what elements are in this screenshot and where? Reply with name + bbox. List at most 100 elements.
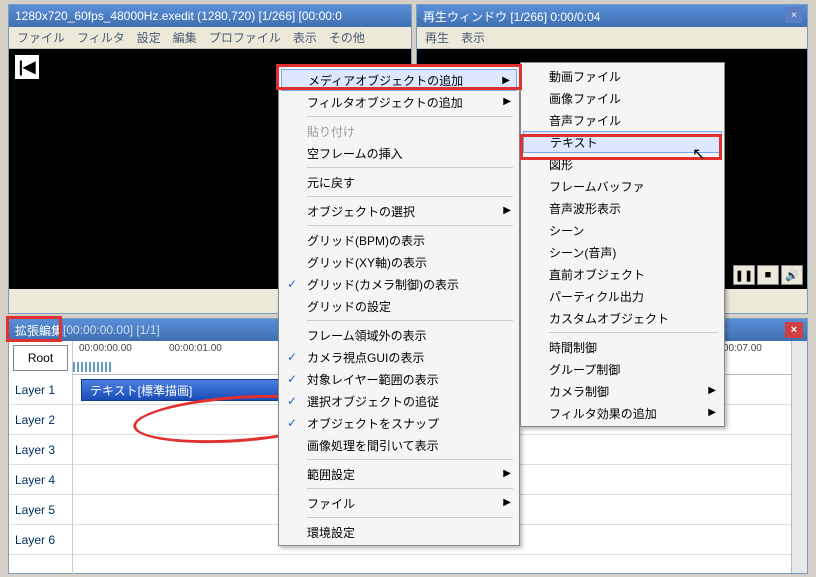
layer-label-5[interactable]: Layer 5 <box>9 495 72 525</box>
layer-label-4[interactable]: Layer 4 <box>9 465 72 495</box>
chevron-right-icon: ▶ <box>708 407 716 418</box>
ctx-item[interactable]: グリッド(BPM)の表示 <box>281 229 517 251</box>
layer-label-3[interactable]: Layer 3 <box>9 435 72 465</box>
ctx-item[interactable]: 選択オブジェクトの追従✓ <box>281 390 517 412</box>
timeline-title-text: 拡張編集 <box>15 322 63 339</box>
layer-label-1[interactable]: Layer 1 <box>9 375 72 405</box>
ctx-item[interactable]: オブジェクトをスナップ✓ <box>281 412 517 434</box>
ruler-tick-0: 00:00:00.00 <box>79 343 132 354</box>
submenu-media-object[interactable]: 動画ファイル画像ファイル音声ファイルテキスト図形フレームバッファ音声波形表示シー… <box>520 62 725 427</box>
home-button[interactable]: |◀ <box>15 55 39 79</box>
submenu-item[interactable]: フィルタ効果の追加▶ <box>523 402 722 424</box>
pb-menu-play[interactable]: 再生 <box>425 29 449 46</box>
chevron-right-icon: ▶ <box>708 385 716 396</box>
submenu-separator <box>549 332 718 333</box>
sound-icon: 🔊 <box>785 269 799 282</box>
submenu-item[interactable]: パーティクル出力 <box>523 285 722 307</box>
ctx-item[interactable]: 対象レイヤー範囲の表示✓ <box>281 368 517 390</box>
ctx-item[interactable]: フィルタオブジェクトの追加▶ <box>281 91 517 113</box>
root-label: Root <box>28 351 53 365</box>
submenu-item[interactable]: 音声ファイル <box>523 109 722 131</box>
ctx-item[interactable]: カメラ視点GUIの表示✓ <box>281 346 517 368</box>
ctx-item[interactable]: 範囲設定▶ <box>281 463 517 485</box>
chevron-right-icon: ▶ <box>502 75 510 86</box>
playback-controls: ❚❚ ■ 🔊 <box>733 265 803 285</box>
home-icon: |◀ <box>19 57 36 77</box>
context-menu[interactable]: メディアオブジェクトの追加▶フィルタオブジェクトの追加▶ 貼り付け空フレームの挿入… <box>278 66 520 546</box>
layer-label-2[interactable]: Layer 2 <box>9 405 72 435</box>
main-menubar: ファイル フィルタ 設定 編集 プロファイル 表示 その他 <box>9 27 411 49</box>
ctx-separator <box>307 196 513 197</box>
submenu-item[interactable]: 直前オブジェクト <box>523 263 722 285</box>
sound-button[interactable]: 🔊 <box>781 265 803 285</box>
menu-view[interactable]: 表示 <box>293 29 317 46</box>
menu-settings[interactable]: 設定 <box>137 29 161 46</box>
ctx-separator <box>307 320 513 321</box>
ctx-item[interactable]: グリッドの設定 <box>281 295 517 317</box>
menu-profile[interactable]: プロファイル <box>209 29 281 46</box>
pause-icon: ❚❚ <box>735 269 753 282</box>
chevron-right-icon: ▶ <box>503 497 511 508</box>
ctx-item[interactable]: ファイル▶ <box>281 492 517 514</box>
submenu-item[interactable]: シーン(音声) <box>523 241 722 263</box>
submenu-item[interactable]: 音声波形表示 <box>523 197 722 219</box>
ctx-separator <box>307 488 513 489</box>
ctx-item[interactable]: オブジェクトの選択▶ <box>281 200 517 222</box>
ctx-separator <box>307 459 513 460</box>
ctx-item[interactable]: グリッド(カメラ制御)の表示✓ <box>281 273 517 295</box>
submenu-item[interactable]: テキスト <box>523 131 722 153</box>
stop-button[interactable]: ■ <box>757 265 779 285</box>
menu-file[interactable]: ファイル <box>17 29 65 46</box>
ctx-item[interactable]: 環境設定 <box>281 521 517 543</box>
clip-text-object[interactable]: テキスト[標準描画] <box>81 379 281 401</box>
menu-other[interactable]: その他 <box>329 29 365 46</box>
check-icon: ✓ <box>287 394 301 408</box>
ctx-item[interactable]: 元に戻す <box>281 171 517 193</box>
ctx-separator <box>307 167 513 168</box>
main-titlebar: 1280x720_60fps_48000Hz.exedit (1280,720)… <box>9 5 411 27</box>
submenu-item[interactable]: 画像ファイル <box>523 87 722 109</box>
check-icon: ✓ <box>287 350 301 364</box>
submenu-item[interactable]: カメラ制御▶ <box>523 380 722 402</box>
ctx-item: 貼り付け <box>281 120 517 142</box>
chevron-right-icon: ▶ <box>503 468 511 479</box>
playback-titlebar: 再生ウィンドウ [1/266] 0:00/0:04 × <box>417 5 807 27</box>
ctx-item[interactable]: フレーム領域外の表示 <box>281 324 517 346</box>
ctx-item[interactable]: グリッド(XY軸)の表示 <box>281 251 517 273</box>
check-icon: ✓ <box>287 277 301 291</box>
ctx-item[interactable]: メディアオブジェクトの追加▶ <box>281 69 517 91</box>
pb-menu-view[interactable]: 表示 <box>461 29 485 46</box>
timeline-scrollbar-vertical[interactable] <box>791 341 807 573</box>
submenu-item[interactable]: フレームバッファ <box>523 175 722 197</box>
chevron-right-icon: ▶ <box>503 205 511 216</box>
check-icon: ✓ <box>287 372 301 386</box>
menu-filter[interactable]: フィルタ <box>77 29 125 46</box>
playback-close-button[interactable]: × <box>785 7 803 23</box>
menu-edit[interactable]: 編集 <box>173 29 197 46</box>
playback-title-text: 再生ウィンドウ [1/266] 0:00/0:04 <box>423 8 600 25</box>
main-title-text: 1280x720_60fps_48000Hz.exedit (1280,720)… <box>15 9 342 23</box>
ctx-item[interactable]: 画像処理を間引いて表示 <box>281 434 517 456</box>
check-icon: ✓ <box>287 416 301 430</box>
ctx-separator <box>307 517 513 518</box>
timeline-info: [00:00:00.00] [1/1] <box>63 323 160 337</box>
clip-label: テキスト[標準描画] <box>90 382 192 399</box>
submenu-item[interactable]: 時間制御 <box>523 336 722 358</box>
pause-button[interactable]: ❚❚ <box>733 265 755 285</box>
ctx-separator <box>307 116 513 117</box>
timeline-root-button[interactable]: Root <box>13 345 68 371</box>
ruler-tick-1: 00:00:01.00 <box>169 343 222 354</box>
ctx-separator <box>307 225 513 226</box>
playback-menubar: 再生 表示 <box>417 27 807 49</box>
submenu-item[interactable]: グループ制御 <box>523 358 722 380</box>
submenu-item[interactable]: カスタムオブジェクト <box>523 307 722 329</box>
timeline-layer-column: Root Layer 1 Layer 2 Layer 3 Layer 4 Lay… <box>9 341 73 575</box>
layer-label-6[interactable]: Layer 6 <box>9 525 72 555</box>
chevron-right-icon: ▶ <box>503 96 511 107</box>
timeline-close-button[interactable]: × <box>785 322 803 338</box>
submenu-item[interactable]: 図形 <box>523 153 722 175</box>
stop-icon: ■ <box>765 269 772 281</box>
ctx-item[interactable]: 空フレームの挿入 <box>281 142 517 164</box>
submenu-item[interactable]: シーン <box>523 219 722 241</box>
submenu-item[interactable]: 動画ファイル <box>523 65 722 87</box>
